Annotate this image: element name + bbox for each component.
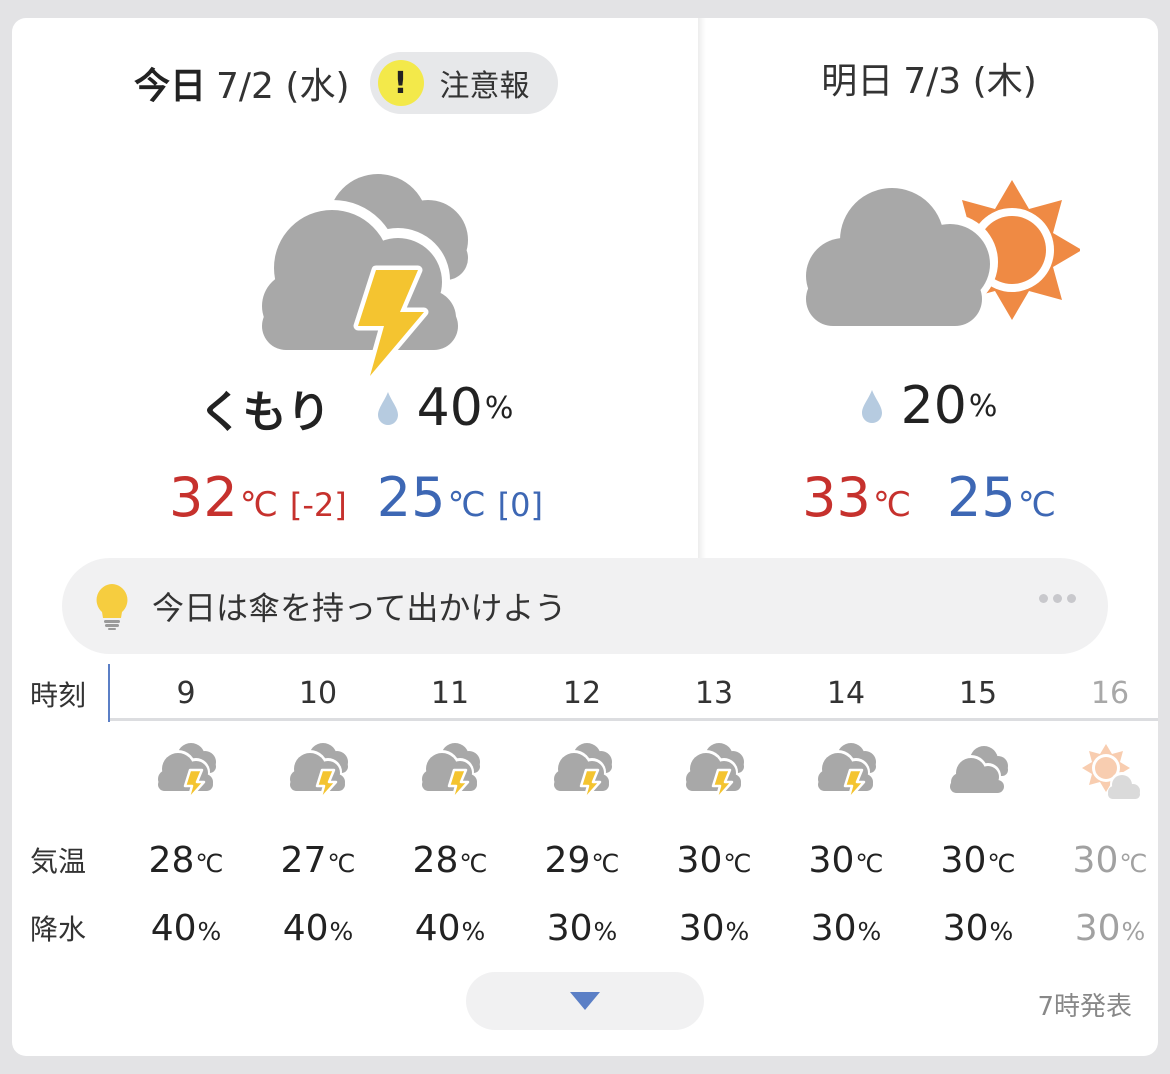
lightbulb-icon (96, 584, 128, 630)
cloud-thunder-icon (814, 740, 878, 804)
tip-banner[interactable]: 今日は傘を持って出かけよう (62, 558, 1108, 654)
hourly-scroll[interactable]: 9 28℃ 40% 10 27℃ 40% 11 28℃ 40% 12 29℃ 30% 13 30℃ 30% 1… (108, 664, 1158, 948)
hour-temp: 30℃ (940, 840, 1016, 881)
time-row-label: 時刻 (30, 679, 87, 712)
tomorrow-high: 33 (802, 466, 871, 529)
cloud-sun-icon (806, 180, 1080, 326)
hour-column: 13 30℃ 30% (648, 664, 780, 948)
hour-time: 15 (958, 676, 998, 711)
hour-precip: 30% (546, 908, 618, 948)
warning-label: 注意報 (439, 69, 530, 104)
today-condition: くもり (198, 387, 331, 438)
hour-temp: 30℃ (1072, 840, 1148, 881)
today-high: 32 (168, 466, 238, 529)
warning-badge[interactable]: ! 注意報 (369, 52, 558, 114)
hour-temp: 30℃ (808, 840, 884, 881)
cloud-thunder-icon (154, 740, 218, 804)
hour-time: 12 (562, 676, 602, 711)
warning-icon: ! (377, 60, 424, 106)
hour-temp: 28℃ (148, 840, 224, 881)
hourly-forecast: 時刻 気温 降水 9 28℃ 40% 10 27℃ 40% 11 28℃ 40% 12 29℃ 30%… (12, 664, 1158, 948)
tomorrow-low: 25 (947, 466, 1016, 529)
hour-temp: 30℃ (676, 840, 752, 881)
hour-time: 11 (430, 676, 470, 711)
hour-precip: 30% (1074, 908, 1146, 948)
sun-cloud-icon (1078, 740, 1143, 804)
hour-precip: 40% (282, 908, 354, 948)
hour-precip: 40% (150, 908, 222, 948)
weather-card: 今日 7/2 (水) ! 注意報 くもり 40 % 32 ℃ [-2] 25 ℃… (12, 18, 1158, 1056)
hour-column: 9 28℃ 40% (120, 664, 252, 948)
issued-time: 7時発表 (1037, 992, 1132, 1022)
today-low-unit: ℃ (447, 485, 486, 525)
raindrop-icon (861, 390, 882, 423)
hour-precip: 30% (942, 908, 1014, 948)
hour-column: 12 29℃ 30% (516, 664, 648, 948)
hour-time: 13 (694, 676, 734, 711)
today-high-unit: ℃ (239, 485, 278, 525)
more-options-icon[interactable] (1039, 594, 1076, 603)
tomorrow-precip-unit: % (968, 388, 998, 424)
tomorrow-condition-row: 20 % (700, 376, 1158, 436)
hour-time: 16 (1090, 676, 1130, 711)
cloud-thunder-icon (262, 174, 468, 381)
hour-precip: 30% (810, 908, 882, 948)
cloud-thunder-icon (286, 740, 350, 804)
temp-row-label: 気温 (30, 845, 87, 878)
today-panel[interactable]: 今日 7/2 (水) ! 注意報 くもり 40 % 32 ℃ [-2] 25 ℃… (12, 18, 700, 558)
tomorrow-label: 明日 (821, 61, 894, 102)
hour-time: 9 (176, 676, 196, 711)
hour-temp: 29℃ (544, 840, 620, 881)
hour-time: 10 (298, 676, 338, 711)
current-time-marker (108, 664, 110, 722)
today-low-diff: [0] (497, 486, 543, 524)
today-date: 7/2 (水) (216, 66, 350, 107)
today-temps: 32 ℃ [-2] 25 ℃ [0] (12, 466, 700, 529)
tomorrow-high-unit: ℃ (872, 485, 911, 525)
tomorrow-header: 明日 7/3 (木) (700, 52, 1158, 104)
tip-text: 今日は傘を持って出かけよう (152, 589, 567, 627)
hour-precip: 40% (414, 908, 486, 948)
hour-precip: 30% (678, 908, 750, 948)
hour-column: 11 28℃ 40% (384, 664, 516, 948)
tomorrow-panel[interactable]: 明日 7/3 (木) 20 % 33 ℃ 25 ℃ (700, 18, 1158, 558)
hour-temp: 27℃ (280, 840, 356, 881)
tomorrow-low-unit: ℃ (1017, 485, 1056, 525)
hour-column: 10 27℃ 40% (252, 664, 384, 948)
hour-time: 14 (826, 676, 866, 711)
cloud-thunder-icon (682, 740, 746, 804)
tomorrow-precip-value: 20 (900, 376, 967, 436)
today-label: 今日 (134, 66, 207, 107)
hour-column: 16 30℃ 30% (1044, 664, 1158, 948)
chevron-down-icon (570, 992, 600, 1010)
precip-row-label: 降水 (30, 913, 87, 946)
tomorrow-date: 7/3 (木) (903, 61, 1037, 102)
cloud-thunder-icon (550, 740, 614, 804)
cloud-thunder-icon (418, 740, 482, 804)
cloud-icon (946, 740, 1010, 804)
today-header: 今日 7/2 (水) ! 注意報 (134, 52, 700, 114)
today-high-diff: [-2] (289, 486, 347, 524)
today-precip-value: 40 (416, 378, 483, 438)
hour-column: 15 30℃ 30% (912, 664, 1044, 948)
hour-temp: 28℃ (412, 840, 488, 881)
today-low: 25 (376, 466, 446, 529)
hour-column: 14 30℃ 30% (780, 664, 912, 948)
raindrop-icon (377, 392, 398, 425)
expand-button[interactable] (466, 972, 704, 1030)
today-precip-unit: % (484, 390, 514, 426)
tomorrow-temps: 33 ℃ 25 ℃ (700, 466, 1158, 529)
today-condition-row: くもり 40 % (12, 376, 700, 440)
